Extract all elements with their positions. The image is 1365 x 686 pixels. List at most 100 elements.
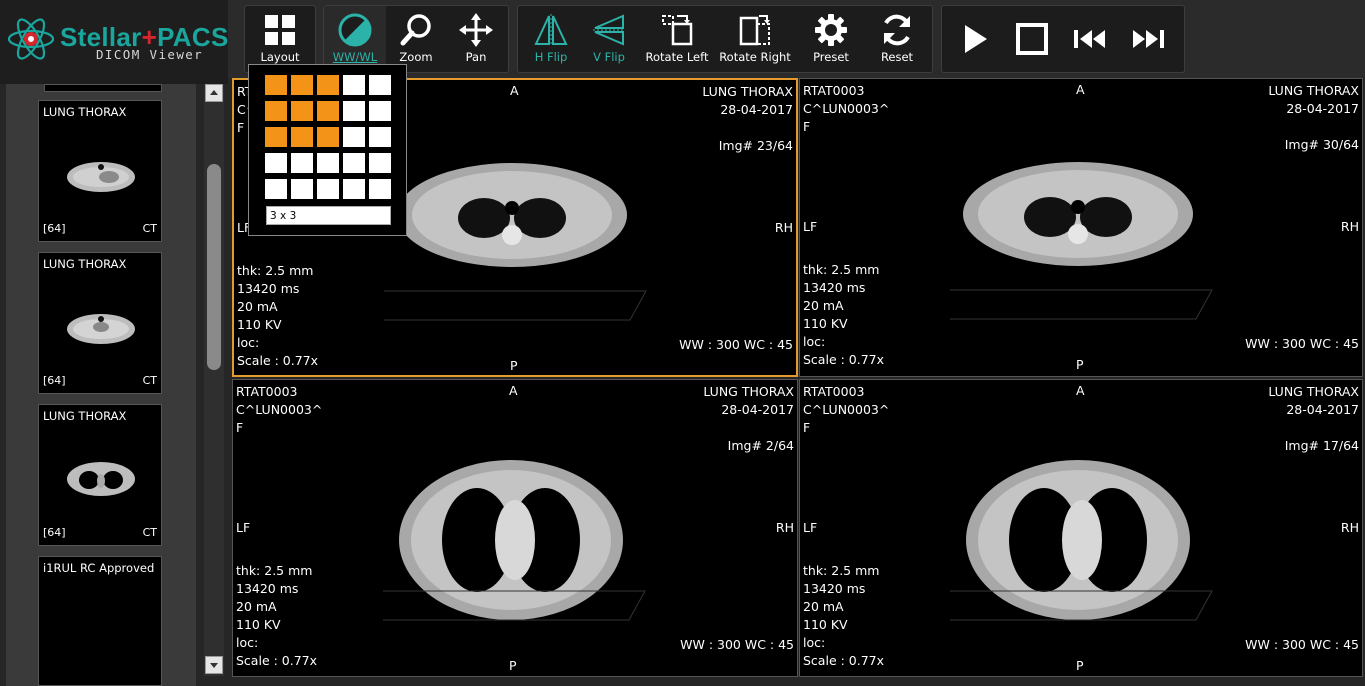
patient-info: RTAT0003 C^LUN0003^ F — [803, 383, 889, 437]
slice-location: loc: — [803, 334, 826, 349]
zoom-scale: Scale : 0.77x — [803, 352, 885, 367]
toolbar-group-tools: WW/WL Zoom Pan — [323, 5, 509, 73]
layout-grid-cell[interactable] — [291, 127, 313, 147]
acquisition-info: thk: 2.5 mm 13420 ms 20 mA 110 KV loc: S… — [237, 262, 318, 370]
thumbnail-image-count: [64] — [43, 222, 66, 235]
thumbnail-scrollbar[interactable] — [204, 84, 224, 676]
orientation-right: RH — [1340, 520, 1359, 535]
scroll-up-button[interactable] — [205, 84, 223, 102]
layout-grid-cell[interactable] — [369, 153, 391, 173]
layout-grid-cell[interactable] — [343, 75, 365, 95]
play-button[interactable] — [946, 6, 1002, 72]
image-number: Img# 23/64 — [718, 138, 793, 153]
layout-grid-cell[interactable] — [343, 127, 365, 147]
orientation-left: LF — [236, 520, 251, 535]
magnifier-icon — [400, 14, 431, 46]
move-arrows-icon — [459, 13, 493, 47]
thumbnail-modality: CT — [142, 374, 157, 387]
patient-id: RTAT0003 — [803, 384, 865, 399]
layout-grid-cell[interactable] — [317, 179, 339, 199]
layout-grid-cell[interactable] — [369, 75, 391, 95]
orientation-bottom: P — [1076, 357, 1084, 372]
tube-voltage: 110 KV — [803, 316, 848, 331]
layout-grid-cell[interactable] — [265, 127, 287, 147]
thumbnail-title: LUNG THORAX — [43, 409, 127, 423]
layout-grid-cell[interactable] — [291, 75, 313, 95]
series-thumbnail[interactable]: LUNG THORAX [64] CT — [38, 252, 162, 394]
layout-grid-cell[interactable] — [369, 101, 391, 121]
patient-info: RTAT0003 C^LUN0003^ F — [236, 383, 322, 437]
reset-button[interactable]: Reset — [864, 6, 930, 72]
layout-grid-cell[interactable] — [265, 179, 287, 199]
layout-grid-cell[interactable] — [317, 153, 339, 173]
slice-thickness: thk: 2.5 mm — [803, 262, 880, 277]
layout-grid-cell[interactable] — [291, 153, 313, 173]
image-viewport[interactable]: RTAT0003 C^LUN0003^ F LUNG THORAX 28-04-… — [232, 379, 798, 677]
preset-button[interactable]: Preset — [798, 6, 864, 72]
study-info: LUNG THORAX 28-04-2017 Img# 17/64 — [1268, 383, 1359, 455]
skip-forward-icon — [1133, 30, 1164, 48]
layout-grid-cell[interactable] — [317, 101, 339, 121]
layout-grid-cell[interactable] — [343, 153, 365, 173]
layout-grid-cell[interactable] — [317, 75, 339, 95]
ct-slice-thumbnail — [67, 162, 135, 192]
layout-picker-popup — [248, 64, 407, 236]
slice-thickness: thk: 2.5 mm — [236, 563, 313, 578]
hflip-button[interactable]: H Flip — [518, 6, 584, 72]
layout-grid-cell[interactable] — [265, 101, 287, 121]
study-date: 28-04-2017 — [1286, 402, 1359, 417]
pan-button[interactable]: Pan — [446, 6, 506, 72]
skip-back-icon — [1074, 30, 1105, 48]
study-description: LUNG THORAX — [702, 84, 793, 99]
previous-button[interactable] — [1062, 6, 1118, 72]
toolbar-group-transform: H Flip V Flip Rotate Left Rotate Right P… — [517, 5, 933, 73]
scrollbar-handle[interactable] — [207, 164, 221, 370]
layout-grid-cell[interactable] — [369, 179, 391, 199]
rotate-right-button[interactable]: Rotate Right — [714, 6, 796, 72]
brand-logo: Stellar+PACS DICOM Viewer — [0, 0, 228, 84]
rotate-right-icon — [739, 15, 770, 46]
slice-location: loc: — [237, 335, 260, 350]
zoom-button[interactable]: Zoom — [386, 6, 446, 72]
layout-grid-cell[interactable] — [265, 153, 287, 173]
vflip-button[interactable]: V Flip — [578, 6, 640, 72]
thumbnail-image-count: [64] — [43, 526, 66, 539]
wwwl-button[interactable]: WW/WL — [324, 6, 386, 72]
layout-grid-cell[interactable] — [343, 101, 365, 121]
zoom-scale: Scale : 0.77x — [803, 653, 885, 668]
layout-grid-cell[interactable] — [317, 127, 339, 147]
series-thumbnail[interactable]: i1RUL RC Approved — [38, 556, 162, 686]
orientation-right: RH — [774, 220, 793, 235]
series-thumbnail[interactable]: LUNG THORAX [64] CT — [38, 100, 162, 242]
series-thumbnail-panel: LUNG THORAX [64] CT LUNG THORAX [64] CT … — [0, 84, 228, 686]
rotate-right-label: Rotate Right — [719, 50, 791, 64]
tube-voltage: 110 KV — [237, 317, 282, 332]
stop-button[interactable] — [1004, 6, 1060, 72]
exposure-time: 13420 ms — [803, 280, 866, 295]
ct-slice-thumbnail — [67, 462, 135, 496]
layout-grid-icon — [265, 15, 295, 45]
thumbnail-title: i1RUL RC Approved — [43, 561, 155, 575]
series-thumbnail[interactable]: LUNG THORAX [64] CT — [38, 404, 162, 546]
orientation-right: RH — [775, 520, 794, 535]
study-description: LUNG THORAX — [1268, 83, 1359, 98]
gear-icon — [815, 14, 847, 46]
scroll-down-button[interactable] — [205, 656, 223, 674]
thumbnail-title: LUNG THORAX — [43, 257, 127, 271]
layout-grid — [265, 75, 395, 203]
layout-grid-cell[interactable] — [291, 179, 313, 199]
layout-button[interactable]: Layout — [245, 6, 315, 72]
layout-grid-cell[interactable] — [343, 179, 365, 199]
next-button[interactable] — [1120, 6, 1176, 72]
layout-size-field[interactable] — [266, 206, 391, 225]
orientation-bottom: P — [509, 658, 517, 673]
image-viewport[interactable]: RTAT0003 C^LUN0003^ F LUNG THORAX 28-04-… — [799, 379, 1363, 677]
orientation-top: A — [1076, 82, 1085, 97]
patient-info: RTAT0003 C^LUN0003^ F — [803, 82, 889, 136]
layout-grid-cell[interactable] — [369, 127, 391, 147]
layout-grid-cell[interactable] — [291, 101, 313, 121]
layout-grid-cell[interactable] — [265, 75, 287, 95]
image-viewport[interactable]: RTAT0003 C^LUN0003^ F LUNG THORAX 28-04-… — [799, 78, 1363, 377]
rotate-left-button[interactable]: Rotate Left — [640, 6, 714, 72]
exposure-time: 13420 ms — [237, 281, 300, 296]
